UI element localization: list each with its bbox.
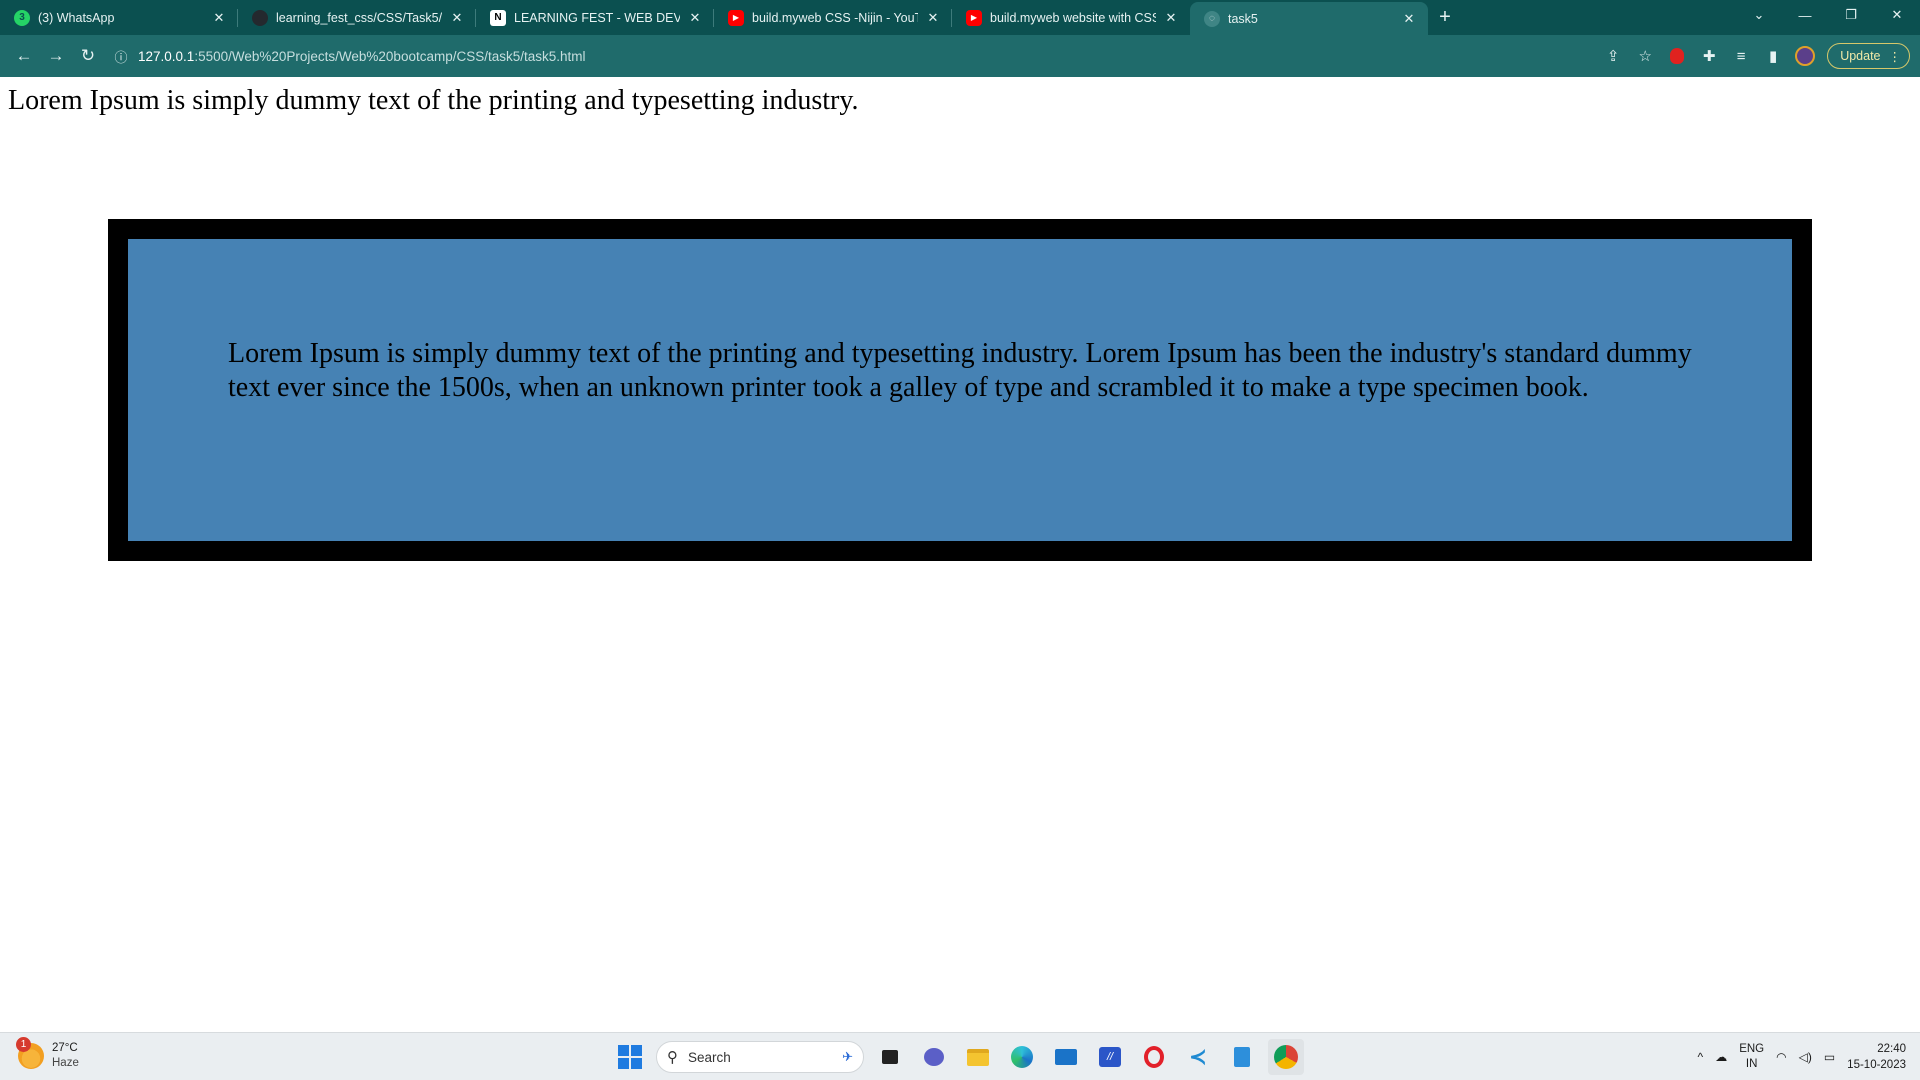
profile-avatar-icon[interactable] <box>1789 40 1821 72</box>
taskbar-apps: ⚲ Search ✈ // ≺ <box>612 1039 1304 1075</box>
forward-button[interactable]: → <box>40 40 72 72</box>
youtube-icon: ▶ <box>728 9 744 26</box>
side-panel-icon[interactable]: ▮ <box>1757 40 1789 72</box>
close-tab-icon[interactable]: ✕ <box>686 9 704 27</box>
tab-title: build.myweb website with CSS - YouTube <box>990 10 1156 25</box>
battery-icon[interactable]: ▭ <box>1824 1050 1835 1064</box>
close-tab-icon[interactable]: ✕ <box>1400 10 1418 28</box>
chrome-icon[interactable] <box>1268 1039 1304 1075</box>
back-button[interactable]: ← <box>8 40 40 72</box>
globe-icon: ◌ <box>1204 10 1220 27</box>
notification-badge: 1 <box>16 1037 31 1052</box>
update-label: Update <box>1840 49 1881 63</box>
whatsapp-icon: 3 <box>14 9 30 26</box>
weather-temp: 27°C <box>52 1042 78 1054</box>
tab-title: build.myweb CSS -Nijin - YouTube <box>752 10 918 25</box>
extensions-puzzle-icon[interactable]: ✚ <box>1693 40 1725 72</box>
minimize-button[interactable]: — <box>1782 0 1828 30</box>
language-line2: IN <box>1745 1058 1758 1070</box>
tab-youtube-2[interactable]: ▶ build.myweb website with CSS - YouTube… <box>952 0 1190 35</box>
search-highlight-icon: ✈ <box>842 1049 853 1064</box>
restore-button[interactable]: ❐ <box>1828 0 1874 30</box>
tab-whatsapp[interactable]: 3 (3) WhatsApp ✕ <box>0 0 238 35</box>
system-tray: ^ ☁ ENG IN ◠ ◁) ▭ 22:40 15-10-2023 <box>1698 1037 1906 1077</box>
tab-notion[interactable]: N LEARNING FEST - WEB DEVELOPMENT ✕ <box>476 0 714 35</box>
search-label: Search <box>688 1049 731 1065</box>
weather-widget[interactable]: 1 27°C Haze <box>16 1037 79 1071</box>
start-button[interactable] <box>612 1039 648 1075</box>
toolbar-actions: ⇪ ☆ ✚ ≡ ▮ Update ⋮ <box>1597 40 1910 72</box>
tab-task5[interactable]: ◌ task5 ✕ <box>1190 2 1428 35</box>
close-tab-icon[interactable]: ✕ <box>448 9 466 27</box>
close-tab-icon[interactable]: ✕ <box>1162 9 1180 27</box>
vscode-icon[interactable]: ≺ <box>1180 1039 1216 1075</box>
task-view-icon[interactable] <box>872 1039 908 1075</box>
page-heading: Lorem Ipsum is simply dummy text of the … <box>8 85 859 116</box>
tab-title: (3) WhatsApp <box>38 10 115 25</box>
tab-youtube-1[interactable]: ▶ build.myweb CSS -Nijin - YouTube ✕ <box>714 0 952 35</box>
close-window-button[interactable]: ✕ <box>1874 0 1920 30</box>
weather-condition: Haze <box>52 1057 79 1069</box>
tab-title: LEARNING FEST - WEB DEVELOPMENT <box>514 10 680 25</box>
extension-red-icon[interactable] <box>1661 40 1693 72</box>
more-menu-icon: ⋮ <box>1888 49 1902 64</box>
notion-icon: N <box>490 9 506 26</box>
opera-icon[interactable] <box>1136 1039 1172 1075</box>
show-hidden-icons-chevron-icon[interactable]: ^ <box>1698 1050 1704 1064</box>
url-path: :5500/Web%20Projects/Web%20bootcamp/CSS/… <box>194 48 586 64</box>
youtube-icon: ▶ <box>966 9 982 26</box>
close-tab-icon[interactable]: ✕ <box>210 9 228 27</box>
box-paragraph: Lorem Ipsum is simply dummy text of the … <box>228 338 1692 403</box>
tab-search-chevron-icon[interactable]: ⌄ <box>1736 0 1782 30</box>
site-info-icon[interactable]: ⓘ <box>110 45 132 67</box>
reload-button[interactable]: ↻ <box>72 40 104 72</box>
teams-chat-icon[interactable] <box>916 1039 952 1075</box>
language-line1: ENG <box>1739 1043 1765 1055</box>
m365-icon[interactable]: // <box>1092 1039 1128 1075</box>
tab-title: learning_fest_css/CSS/Task5/task5.html <box>276 10 442 25</box>
outer-black-box: Lorem Ipsum is simply dummy text of the … <box>108 219 1812 561</box>
taskbar-search[interactable]: ⚲ Search ✈ <box>656 1041 864 1073</box>
tab-title: task5 <box>1228 11 1258 26</box>
share-icon[interactable]: ⇪ <box>1597 40 1629 72</box>
edge-browser-icon[interactable] <box>1004 1039 1040 1075</box>
page-content: Lorem Ipsum is simply dummy text of the … <box>0 77 1920 1032</box>
update-button[interactable]: Update ⋮ <box>1827 43 1910 69</box>
onedrive-cloud-icon[interactable]: ☁ <box>1715 1050 1727 1064</box>
inner-blue-box: Lorem Ipsum is simply dummy text of the … <box>128 239 1792 541</box>
wifi-icon[interactable]: ◠ <box>1776 1050 1786 1064</box>
windows-logo-icon <box>618 1045 642 1069</box>
clock[interactable]: 22:40 15-10-2023 <box>1847 1041 1906 1073</box>
github-icon <box>252 9 268 26</box>
url-host: 127.0.0.1 <box>138 48 195 64</box>
new-tab-button[interactable]: + <box>1428 0 1462 35</box>
browser-tabstrip: 3 (3) WhatsApp ✕ learning_fest_css/CSS/T… <box>0 0 1920 35</box>
language-indicator[interactable]: ENG IN <box>1739 1042 1764 1072</box>
search-icon: ⚲ <box>667 1049 678 1066</box>
browser-toolbar: ← → ↻ ⓘ 127.0.0.1:5500/Web%20Projects/We… <box>0 35 1920 77</box>
clock-date: 15-10-2023 <box>1847 1059 1906 1071</box>
media-playlist-icon[interactable]: ≡ <box>1725 40 1757 72</box>
address-bar[interactable]: ⓘ 127.0.0.1:5500/Web%20Projects/Web%20bo… <box>110 40 586 72</box>
close-tab-icon[interactable]: ✕ <box>924 9 942 27</box>
tab-github[interactable]: learning_fest_css/CSS/Task5/task5.html ✕ <box>238 0 476 35</box>
mail-icon[interactable] <box>1048 1039 1084 1075</box>
bookmark-star-icon[interactable]: ☆ <box>1629 40 1661 72</box>
windows-taskbar: 1 27°C Haze ⚲ Search ✈ // ≺ ^ ☁ ENG IN ◠… <box>0 1032 1920 1080</box>
volume-icon[interactable]: ◁) <box>1799 1050 1812 1064</box>
file-explorer-icon[interactable] <box>960 1039 996 1075</box>
notepad-icon[interactable] <box>1224 1039 1260 1075</box>
weather-sun-icon: 1 <box>16 1037 44 1069</box>
clock-time: 22:40 <box>1877 1043 1906 1055</box>
window-controls: ⌄ — ❐ ✕ <box>1736 0 1920 30</box>
